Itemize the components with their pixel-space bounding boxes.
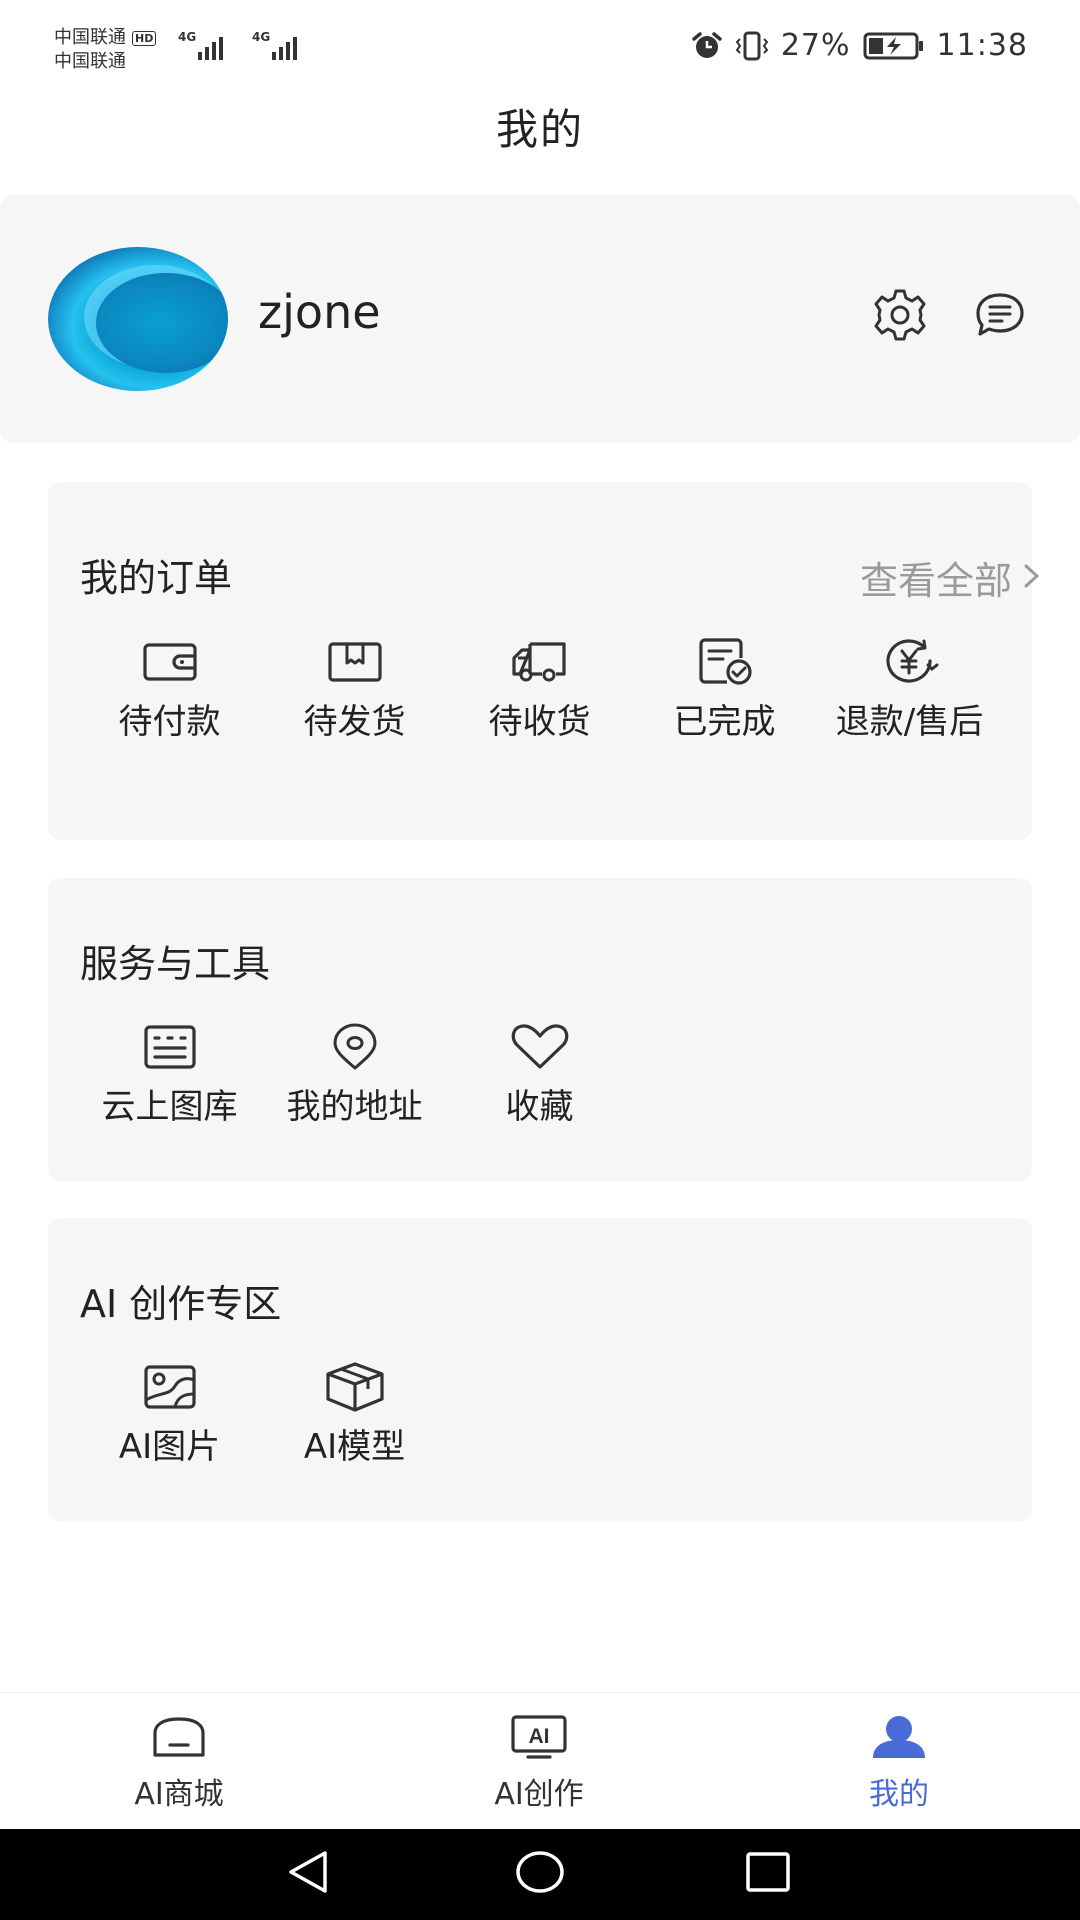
view-all-label: 查看全部 <box>859 559 1012 603</box>
signal-icon: 4G <box>252 30 308 60</box>
order-item-pending-payment[interactable]: 待付款 <box>77 636 262 744</box>
avatar[interactable] <box>48 247 228 391</box>
home-button[interactable] <box>510 1849 570 1899</box>
wallet-icon <box>77 636 262 688</box>
alarm-icon <box>691 31 723 61</box>
ai-item-label: AI模型 <box>303 1427 406 1467</box>
order-item-label: 退款/售后 <box>835 702 984 742</box>
nav-tab-mine[interactable]: 我的 <box>779 1711 1019 1813</box>
clock: 11:38 <box>936 28 1028 63</box>
nav-tab-label: 我的 <box>869 1777 929 1812</box>
order-item-pending-shipment[interactable]: 待发货 <box>262 636 447 744</box>
gallery-icon <box>77 1021 262 1073</box>
order-item-label: 已完成 <box>673 702 776 742</box>
nav-tab-ai-mall[interactable]: AI商城 <box>59 1711 299 1813</box>
network-type-2: 4G <box>252 30 271 44</box>
services-title: 服务与工具 <box>80 942 271 986</box>
order-item-pending-receipt[interactable]: 待收货 <box>447 636 632 744</box>
service-item-my-address[interactable]: 我的地址 <box>262 1021 447 1129</box>
yuan-refund-icon <box>817 636 1002 688</box>
battery-charging-icon <box>863 31 925 61</box>
ai-screen-icon: AI <box>419 1711 659 1763</box>
status-bar: 中国联通 HD 中国联通 4G 4G 27% 11:38 <box>0 0 1080 95</box>
service-item-favorites[interactable]: 收藏 <box>447 1021 632 1129</box>
carrier-1: 中国联通 <box>54 27 126 48</box>
svg-text:AI: AI <box>529 1725 550 1748</box>
order-item-label: 待收货 <box>488 702 591 742</box>
package-icon <box>262 636 447 688</box>
chevron-right-icon <box>1022 556 1042 600</box>
recents-square-icon <box>745 1851 791 1897</box>
message-button[interactable] <box>968 285 1032 349</box>
order-item-refund[interactable]: 退款/售后 <box>817 636 1002 744</box>
service-item-label: 收藏 <box>505 1087 574 1127</box>
system-nav-bar <box>0 1829 1080 1920</box>
battery-percent: 27% <box>780 28 851 63</box>
service-item-cloud-gallery[interactable]: 云上图库 <box>77 1021 262 1129</box>
order-item-label: 待付款 <box>118 702 221 742</box>
nav-tab-ai-create[interactable]: AI AI创作 <box>419 1711 659 1813</box>
message-icon <box>972 287 1028 347</box>
ai-item-model[interactable]: AI模型 <box>262 1361 447 1469</box>
nav-tab-label: AI创作 <box>494 1777 584 1812</box>
user-icon <box>779 1711 1019 1763</box>
document-check-icon <box>632 636 817 688</box>
heart-icon <box>447 1021 632 1073</box>
profile-card: zjone <box>0 195 1080 443</box>
order-item-label: 待发货 <box>303 702 406 742</box>
nav-tab-label: AI商城 <box>134 1777 224 1812</box>
back-triangle-icon <box>285 1849 331 1899</box>
orders-title: 我的订单 <box>80 556 233 600</box>
signal-icon: 4G <box>178 30 234 60</box>
image-icon <box>77 1361 262 1413</box>
service-item-label: 我的地址 <box>286 1087 423 1127</box>
home-circle-icon <box>515 1849 565 1899</box>
bottom-nav: AI商城 AI AI创作 我的 <box>0 1692 1080 1829</box>
location-icon <box>262 1021 447 1073</box>
vibrate-icon <box>735 30 769 62</box>
ai-item-label: AI图片 <box>118 1427 221 1467</box>
settings-button[interactable] <box>868 285 932 349</box>
hd-badge: HD <box>132 30 157 46</box>
order-item-completed[interactable]: 已完成 <box>632 636 817 744</box>
cube-icon <box>262 1361 447 1413</box>
gear-icon <box>870 285 930 349</box>
back-button[interactable] <box>278 1849 338 1899</box>
network-type-1: 4G <box>178 30 197 44</box>
recents-button[interactable] <box>738 1849 798 1899</box>
view-all-orders-link[interactable]: 查看全部 <box>860 550 1042 605</box>
status-right: 27% 11:38 <box>691 28 1028 63</box>
truck-icon <box>447 636 632 688</box>
carrier-info: 中国联通 HD 中国联通 <box>54 26 157 74</box>
ai-zone-title: AI 创作专区 <box>80 1282 282 1326</box>
carrier-2: 中国联通 <box>54 51 126 72</box>
username[interactable]: zjone <box>258 285 381 339</box>
service-item-label: 云上图库 <box>101 1087 238 1127</box>
signal-indicators: 4G 4G <box>178 30 308 60</box>
page-title: 我的 <box>495 105 584 154</box>
ai-item-image[interactable]: AI图片 <box>77 1361 262 1469</box>
home-icon <box>59 1711 299 1763</box>
